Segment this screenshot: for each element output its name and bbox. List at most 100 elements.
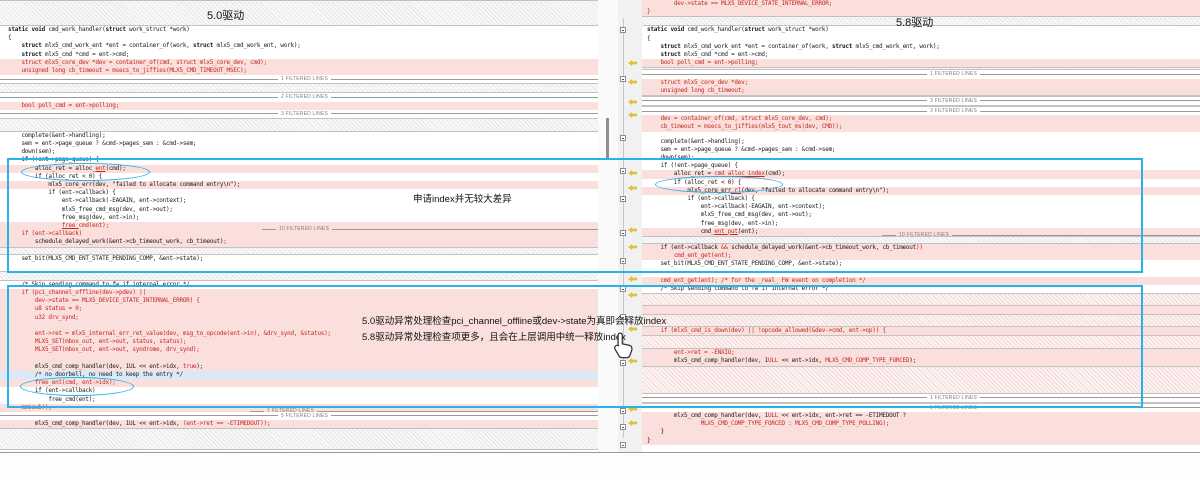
code-segment <box>8 51 21 58</box>
code-segment: work_struct *work) <box>129 26 190 33</box>
code-segment: cmd_work_handler( <box>687 26 744 33</box>
code-line[interactable]: struct mlx5_cmd_work_ent *ent = containe… <box>642 43 1200 51</box>
right-pane-title: 5.8驱动 <box>896 14 933 30</box>
code-line[interactable]: } <box>642 428 1200 436</box>
copy-to-left-arrow-icon[interactable] <box>628 112 637 118</box>
code-segment: } <box>647 8 650 15</box>
code-segment: complete(&ent->handling); <box>8 132 106 139</box>
code-segment: static void <box>647 26 687 33</box>
code-line[interactable]: struct mlx5_cmd_work_ent *ent = containe… <box>0 42 598 50</box>
code-segment: cmd_work_handler( <box>48 26 105 33</box>
code-line[interactable]: struct mlx5_core_dev *dev; <box>642 79 1200 87</box>
code-segment: sem = ent->page_queue ? &cmd->pages_sem … <box>8 140 196 147</box>
annotation-note-2-line1: 5.0驱动异常处理检查pci_channel_offline或dev->stat… <box>362 313 666 327</box>
code-line[interactable]: } <box>642 437 1200 445</box>
ellipse-alloc-ent <box>21 163 150 181</box>
fold-marker-icon[interactable] <box>620 27 626 33</box>
code-line[interactable]: unsigned long cb_timeout = msecs_to_jiff… <box>0 67 598 75</box>
code-line[interactable]: { <box>642 35 1200 43</box>
code-segment: << ent->idx, ent->ret == -ETIMEDOUT ? <box>778 412 906 419</box>
code-line[interactable]: mlx5_cmd_comp_handler(dev, 1UL << ent->i… <box>0 420 598 428</box>
code-line[interactable]: struct mlx5_cmd *cmd = ent->cmd; <box>642 51 1200 59</box>
code-segment: mlx5_cmd_work_ent, work); <box>856 43 940 50</box>
copy-to-left-arrow-icon[interactable] <box>628 60 637 66</box>
code-segment: static void <box>8 26 48 33</box>
filtered-lines-label: 2 FILTERED LINES <box>281 94 328 100</box>
filtered-region <box>0 0 598 26</box>
left-pane-title: 5.0驱动 <box>207 7 244 23</box>
code-segment: down(sem); <box>8 148 55 155</box>
copy-to-left-arrow-icon[interactable] <box>628 276 637 282</box>
fold-marker-icon[interactable] <box>620 442 626 448</box>
code-segment: struct <box>21 42 45 49</box>
code-line[interactable]: { <box>0 34 598 42</box>
copy-to-left-arrow-icon[interactable] <box>628 99 637 105</box>
code-segment: } <box>647 428 664 435</box>
code-segment: ULL <box>768 412 778 419</box>
filtered-region <box>0 83 598 93</box>
highlight-box-alloc-index <box>7 158 1143 273</box>
code-segment: struct mlx5_core_dev *dev; <box>660 79 747 86</box>
code-segment: struct mlx5_core_dev *dev = container_of… <box>21 59 266 66</box>
code-line[interactable]: complete(&ent->handling); <box>642 138 1200 146</box>
code-line[interactable]: struct mlx5_core_dev *dev = container_of… <box>0 59 598 67</box>
filtered-lines-separator: 2 FILTERED LINES <box>0 93 598 101</box>
code-line[interactable]: cmd_ent_get(ent); /* for the _real_ FW e… <box>642 277 1200 285</box>
code-segment: unsigned long cb_timeout = msecs_to_jiff… <box>21 67 246 74</box>
code-line[interactable]: down(sem); <box>0 148 598 156</box>
code-segment <box>647 79 660 86</box>
fold-marker-icon[interactable] <box>620 76 626 82</box>
filtered-lines-label: 3 FILTERED LINES <box>930 108 977 114</box>
filtered-lines-separator: 3 FILTERED LINES <box>642 107 1200 115</box>
code-segment: mlx5_cmd_comp_handler(dev, 1UL << ent->i… <box>8 420 183 427</box>
fold-marker-icon[interactable] <box>620 408 626 414</box>
code-segment: mlx5_cmd_work_ent, work); <box>217 42 301 49</box>
filtered-lines-separator: 3 FILTERED LINES <box>0 110 598 118</box>
filtered-lines-label: 3 FILTERED LINES <box>930 98 977 104</box>
scrollbar-thumb[interactable] <box>606 118 609 158</box>
code-segment <box>647 115 660 122</box>
code-line[interactable]: bool poll_cmd = ent->polling; <box>642 59 1200 67</box>
code-segment: mlx5_cmd_comp_handler(dev, 1 <box>647 412 768 419</box>
code-line[interactable]: bool poll_cmd = ent->polling; <box>0 102 598 110</box>
code-segment: cmd_ent_get(ent); /* for the _real_ FW e… <box>660 277 865 284</box>
code-segment: { <box>647 35 650 42</box>
code-line[interactable]: complete(&ent->handling); <box>0 132 598 140</box>
ellipse-free-ent <box>20 377 134 396</box>
filtered-lines-separator: 1 FILTERED LINES <box>0 75 598 83</box>
code-line[interactable]: cb_timeout = msecs_to_jiffies(mlx5_tout_… <box>642 123 1200 131</box>
window-bottom-margin <box>0 453 1200 480</box>
code-line[interactable]: sem = ent->page_queue ? &cmd->pages_sem … <box>642 146 1200 154</box>
code-segment: struct <box>21 51 45 58</box>
copy-to-left-arrow-icon[interactable] <box>628 79 637 85</box>
fold-marker-icon[interactable] <box>620 424 626 430</box>
code-segment: MLX5_CMD_COMP_TYPE_FORCED : MLX5_CMD_COM… <box>701 420 889 427</box>
filtered-lines-label: 3 FILTERED LINES <box>281 111 328 117</box>
copy-to-left-arrow-icon[interactable] <box>628 420 637 426</box>
code-line[interactable]: dev = container_of(cmd, struct mlx5_core… <box>642 115 1200 123</box>
code-segment: mlx5_cmd_work_ent *ent = container_of(wo… <box>684 43 832 50</box>
code-line[interactable]: static void cmd_work_handler(struct work… <box>0 26 598 34</box>
code-segment <box>647 420 701 427</box>
filtered-lines-separator-inline: 1 FILTERED LINES <box>250 407 598 415</box>
fold-marker-icon[interactable] <box>620 135 626 141</box>
code-line[interactable]: unsigned long cb_timeout; <box>642 87 1200 95</box>
code-segment: struct <box>745 26 769 33</box>
code-segment: } <box>647 437 650 444</box>
code-segment <box>8 102 21 109</box>
diff-tool-window: static void cmd_work_handler(struct work… <box>0 0 1200 480</box>
code-segment: { <box>8 34 11 41</box>
ellipse-cmd-alloc-index <box>655 176 783 193</box>
filtered-region <box>0 428 598 450</box>
code-segment <box>647 123 660 130</box>
code-line[interactable]: mlx5_cmd_comp_handler(dev, 1ULL << ent->… <box>642 412 1200 420</box>
code-segment: (ent->ret == -ETIMEDOUT)); <box>183 420 270 427</box>
code-line[interactable]: MLX5_CMD_COMP_TYPE_FORCED : MLX5_CMD_COM… <box>642 420 1200 428</box>
code-line[interactable]: dev->state == MLX5_DEVICE_STATE_INTERNAL… <box>642 0 1200 8</box>
code-line[interactable]: struct mlx5_cmd *cmd = ent->cmd; <box>0 51 598 59</box>
code-segment: complete(&ent->handling); <box>647 138 745 145</box>
code-line[interactable]: sem = ent->page_queue ? &cmd->pages_sem … <box>0 140 598 148</box>
code-segment: struct <box>660 51 684 58</box>
code-segment <box>8 42 21 49</box>
code-segment: bool poll_cmd = ent->polling; <box>21 102 119 109</box>
